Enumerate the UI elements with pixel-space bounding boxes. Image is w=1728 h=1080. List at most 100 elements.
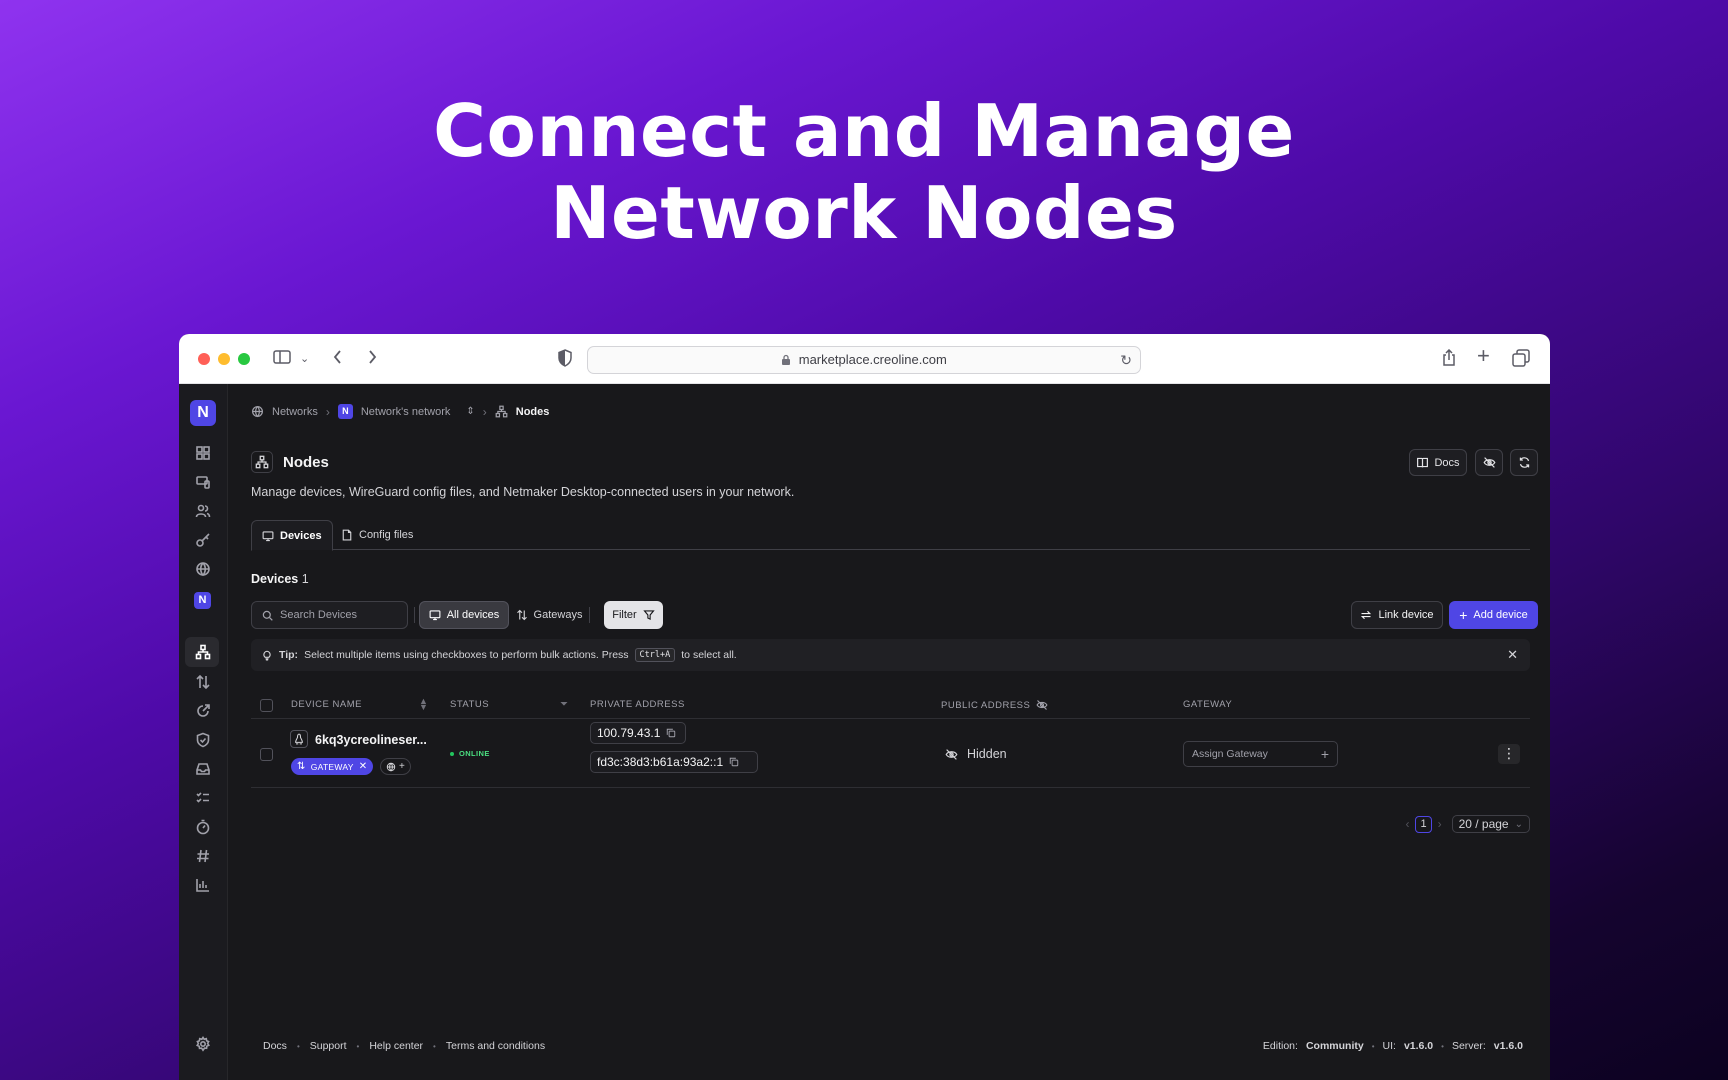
edition-value: Community bbox=[1305, 1040, 1364, 1052]
footer-separator: • bbox=[296, 1041, 300, 1051]
tip-banner: Tip: Select multiple items using checkbo… bbox=[251, 639, 1530, 671]
pagination: ‹ 1 › 20 / page ⌄ bbox=[1405, 815, 1530, 833]
footer-link-help-center[interactable]: Help center bbox=[369, 1040, 423, 1052]
share-icon[interactable] bbox=[1441, 348, 1457, 371]
forward-icon[interactable] bbox=[366, 349, 378, 369]
back-icon[interactable] bbox=[332, 349, 344, 369]
browser-window: ⌄ marketplace.creoline.com ↻ + N N Netwo… bbox=[179, 334, 1550, 1080]
docs-button[interactable]: Docs bbox=[1409, 449, 1467, 476]
key-icon[interactable] bbox=[192, 529, 214, 551]
globe-icon[interactable] bbox=[192, 558, 214, 580]
tab-devices[interactable]: Devices bbox=[251, 520, 333, 551]
gateways-button[interactable]: Gateways bbox=[513, 601, 585, 629]
chevron-down-icon[interactable]: ⌄ bbox=[300, 349, 309, 369]
gateways-icon[interactable] bbox=[192, 671, 214, 693]
globe-icon bbox=[386, 762, 396, 771]
chevron-down-icon: ⌄ bbox=[1514, 818, 1523, 830]
eye-off-icon[interactable] bbox=[1036, 699, 1048, 711]
select-all-checkbox[interactable] bbox=[260, 699, 273, 712]
checklist-icon[interactable] bbox=[192, 787, 214, 809]
address-bar[interactable]: marketplace.creoline.com ↻ bbox=[587, 346, 1141, 374]
status-badge: ONLINE bbox=[450, 749, 490, 758]
breadcrumb-networks[interactable]: Networks bbox=[272, 406, 318, 418]
dashboard-icon[interactable] bbox=[192, 442, 214, 464]
footer-link-terms[interactable]: Terms and conditions bbox=[446, 1040, 545, 1052]
maximize-window-button[interactable] bbox=[238, 353, 250, 365]
copy-icon[interactable] bbox=[729, 757, 739, 767]
hash-icon[interactable] bbox=[192, 845, 214, 867]
link-device-button[interactable]: Link device bbox=[1351, 601, 1443, 629]
remove-tag-icon[interactable]: ✕ bbox=[359, 761, 368, 772]
ipv4-chip[interactable]: 100.79.43.1 bbox=[590, 722, 686, 744]
close-window-button[interactable] bbox=[198, 353, 210, 365]
copy-icon[interactable] bbox=[666, 728, 676, 738]
header-label: STATUS bbox=[450, 699, 490, 710]
link-device-label: Link device bbox=[1378, 609, 1434, 621]
assign-gateway-select[interactable]: Assign Gateway + bbox=[1183, 741, 1338, 767]
users-icon[interactable] bbox=[192, 500, 214, 522]
filter-button[interactable]: Filter bbox=[604, 601, 663, 629]
linux-icon bbox=[290, 730, 308, 748]
column-device-name[interactable]: DEVICE NAME bbox=[291, 699, 362, 710]
all-devices-button[interactable]: All devices bbox=[419, 601, 509, 629]
row-checkbox[interactable] bbox=[260, 748, 273, 761]
add-device-label: Add device bbox=[1473, 609, 1528, 621]
footer-separator: • bbox=[356, 1041, 360, 1051]
header-label: PUBLIC ADDRESS bbox=[941, 699, 1031, 711]
plus-icon: + bbox=[399, 761, 405, 772]
filter-label: Filter bbox=[612, 609, 637, 621]
filter-icon[interactable]: ⏷ bbox=[560, 699, 569, 710]
nodes-icon bbox=[495, 405, 508, 418]
nodes-icon[interactable] bbox=[192, 641, 214, 663]
edition-label: Edition: bbox=[1262, 1040, 1298, 1052]
footer-link-docs[interactable]: Docs bbox=[263, 1040, 287, 1052]
next-page-icon[interactable]: › bbox=[1438, 817, 1442, 831]
column-status: STATUS bbox=[450, 699, 489, 710]
inbox-icon[interactable] bbox=[192, 758, 214, 780]
book-icon bbox=[1417, 457, 1429, 468]
footer-separator: • bbox=[1371, 1041, 1375, 1051]
page-description: Manage devices, WireGuard config files, … bbox=[251, 485, 795, 499]
acl-shield-icon[interactable] bbox=[192, 729, 214, 751]
ipv6-chip[interactable]: fd3c:38d3:b61a:93a2::1 bbox=[590, 751, 758, 773]
reload-icon[interactable]: ↻ bbox=[1120, 347, 1132, 373]
network-switcher-icon[interactable]: ⇕ bbox=[466, 406, 474, 417]
metrics-icon[interactable] bbox=[192, 874, 214, 896]
footer-link-support[interactable]: Support bbox=[310, 1040, 347, 1052]
app-logo[interactable]: N bbox=[190, 400, 216, 426]
table-row[interactable]: 6kq3ycreolineser... ⇅ GATEWAY ✕ + ONLINE… bbox=[251, 720, 1530, 788]
network-badge-icon[interactable]: N bbox=[194, 592, 211, 609]
gateways-icon bbox=[516, 609, 527, 621]
add-tag-button[interactable]: + bbox=[380, 758, 411, 775]
page-number[interactable]: 1 bbox=[1415, 815, 1432, 833]
tab-overview-icon[interactable] bbox=[1512, 349, 1530, 371]
sort-icon[interactable]: ▲ ▼ bbox=[419, 697, 428, 712]
add-device-button[interactable]: + Add device bbox=[1449, 601, 1538, 629]
search-input[interactable] bbox=[280, 609, 400, 621]
ipv6-address: fd3c:38d3:b61a:93a2::1 bbox=[597, 755, 724, 769]
devices-icon[interactable] bbox=[192, 471, 214, 493]
egress-icon[interactable] bbox=[192, 700, 214, 722]
privacy-shield-icon[interactable] bbox=[557, 349, 573, 371]
toolbar-divider bbox=[589, 607, 590, 623]
breadcrumb-network[interactable]: Network's network bbox=[361, 406, 451, 418]
tab-config-files[interactable]: Config files bbox=[331, 520, 423, 550]
refresh-button[interactable] bbox=[1510, 449, 1538, 476]
hide-sensitive-button[interactable] bbox=[1475, 449, 1503, 476]
device-name[interactable]: 6kq3ycreolineser... bbox=[315, 733, 427, 747]
more-actions-icon[interactable]: ⋮ bbox=[1498, 744, 1520, 764]
close-icon[interactable]: ✕ bbox=[1507, 647, 1518, 663]
new-tab-icon[interactable]: + bbox=[1477, 345, 1490, 367]
docs-label: Docs bbox=[1434, 456, 1460, 469]
settings-gear-icon[interactable] bbox=[192, 1033, 214, 1055]
prev-page-icon[interactable]: ‹ bbox=[1405, 817, 1409, 831]
sidebar-toggle-icon[interactable] bbox=[273, 349, 291, 369]
page-size-select[interactable]: 20 / page ⌄ bbox=[1451, 815, 1530, 833]
breadcrumb: Networks › N Network's network ⇕ › Nodes bbox=[251, 404, 549, 419]
gateway-tag-label: GATEWAY bbox=[310, 761, 354, 772]
timer-icon[interactable] bbox=[192, 816, 214, 838]
search-box[interactable] bbox=[251, 601, 408, 629]
gateways-icon: ⇅ bbox=[297, 761, 306, 772]
all-devices-label: All devices bbox=[446, 609, 500, 621]
minimize-window-button[interactable] bbox=[218, 353, 230, 365]
